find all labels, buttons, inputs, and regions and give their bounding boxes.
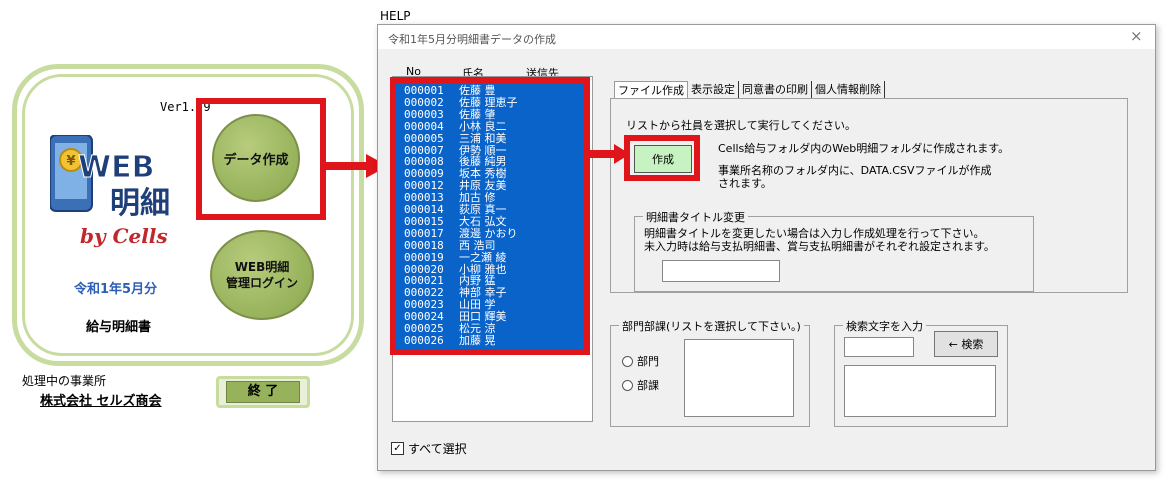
end-button[interactable]: 終 了 (216, 376, 310, 408)
dialog-titlebar: 令和1年5月分明細書データの作成 × (378, 25, 1155, 49)
tab-consent-print[interactable]: 同意書の印刷 (739, 81, 812, 98)
web-meisai-login-button[interactable]: WEB明細 管理ログイン (210, 230, 314, 320)
office-label: 処理中の事業所 (22, 374, 107, 388)
logo-web-text: WEB (78, 150, 154, 185)
title-msg-line1: 明細書タイトルを変更したい場合は入力し作成処理を行って下さい。 (644, 227, 985, 240)
title-group-label: 明細書タイトル変更 (643, 209, 748, 225)
radio-section-label: 部課 (637, 379, 659, 392)
red-arrow-icon (586, 144, 630, 164)
info-text-1: Cells給与フォルダ内のWeb明細フォルダに作成されます。 (718, 142, 1010, 155)
office-name: 株式会社 セルズ商会 (40, 394, 162, 409)
title-change-message: 明細書タイトルを変更したい場合は入力し作成処理を行って下さい。 未入力時は給与支… (644, 227, 995, 253)
web-meisai-logo: ¥ WEB 明細 by Cells (49, 134, 190, 250)
title-input[interactable] (662, 260, 780, 282)
dept-list[interactable] (684, 339, 794, 417)
radio-icon (622, 355, 633, 367)
radio-section[interactable]: 部課 (622, 377, 659, 393)
tab-display-settings[interactable]: 表示設定 (688, 81, 739, 98)
select-all-label: すべて選択 (408, 442, 467, 456)
logo-meisai-text: 明細 (110, 186, 170, 221)
create-data-dialog: 令和1年5月分明細書データの作成 × No 氏名 送信先 000001 佐藤 豊0… (377, 24, 1156, 471)
radio-icon (622, 379, 633, 391)
search-input[interactable] (844, 337, 914, 357)
search-button[interactable]: ← 検索 (934, 331, 998, 357)
login-button-line1: WEB明細 (234, 260, 290, 274)
select-all-checkbox[interactable]: ✓ すべて選択 (391, 440, 467, 457)
svg-text:¥: ¥ (66, 154, 75, 169)
tab-personal-info-delete[interactable]: 個人情報削除 (812, 81, 885, 98)
dept-group-label: 部門部課(リストを選択して下さい。) (619, 318, 804, 334)
title-msg-line2: 未入力時は給与支払明細書、賞与支払明細書がそれぞれ設定されます。 (644, 240, 995, 253)
tab-file-create[interactable]: ファイル作成 (614, 81, 688, 99)
help-label: HELP (380, 9, 411, 23)
payslip-label: 給与明細書 (86, 320, 152, 335)
close-icon[interactable]: × (1130, 27, 1143, 45)
highlight-make-button (624, 135, 700, 181)
end-button-label: 終 了 (226, 381, 300, 403)
checkbox-checked-icon: ✓ (391, 442, 404, 455)
tab-bar: ファイル作成 表示設定 同意書の印刷 個人情報削除 (614, 81, 885, 99)
highlight-employee-list (390, 77, 590, 355)
radio-dept[interactable]: 部門 (622, 353, 659, 369)
radio-dept-label: 部門 (637, 355, 659, 368)
highlight-create-button (196, 98, 326, 220)
info-text-2: 事業所名称のフォルダ内に、DATA.CSVファイルが作成されます。 (718, 164, 992, 190)
login-button-line2: 管理ログイン (225, 276, 298, 290)
search-result-list[interactable] (844, 365, 996, 417)
search-group-label: 検索文字を入力 (843, 318, 926, 334)
period-label: 令和1年5月分 (74, 282, 158, 297)
instruction-text: リストから社員を選択して実行してください。 (626, 119, 857, 132)
dialog-title: 令和1年5月分明細書データの作成 (388, 33, 556, 46)
logo-by-cells-text: by Cells (80, 224, 168, 248)
